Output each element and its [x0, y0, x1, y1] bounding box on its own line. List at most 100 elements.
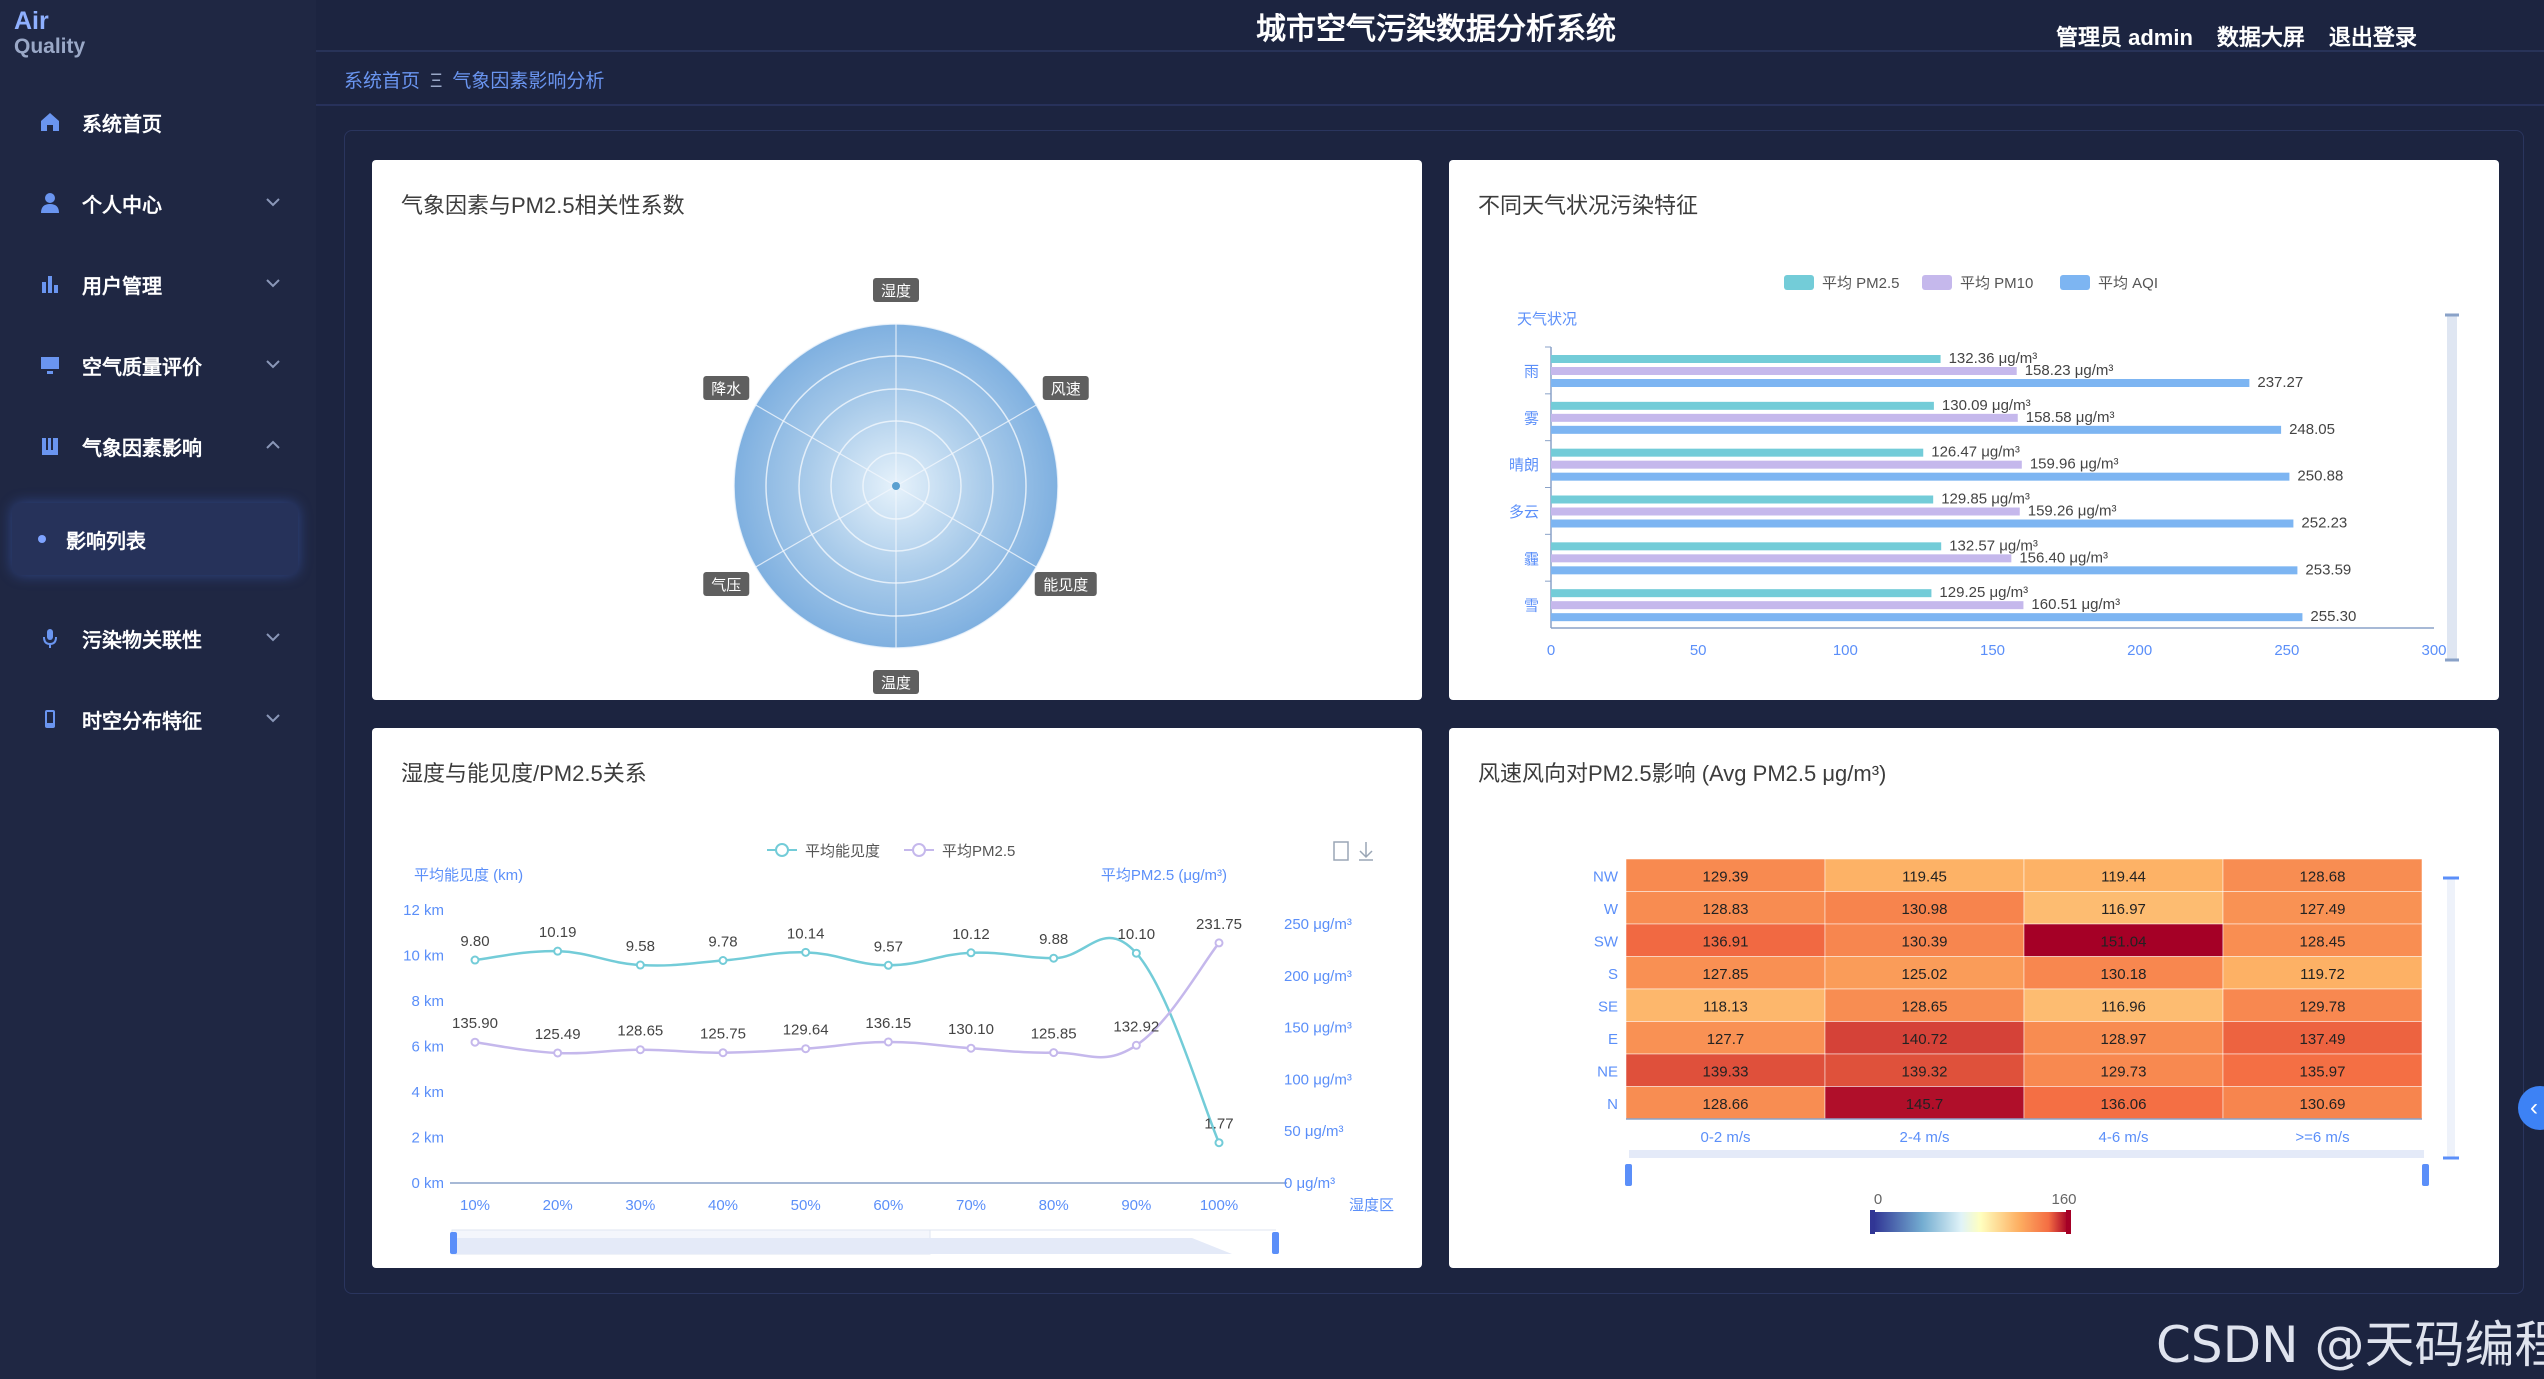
sidebar-item-label: 空气质量评价: [82, 356, 202, 379]
bar-data-label: 158.58 μg/m³: [2026, 409, 2115, 426]
bar-pm25: [1551, 589, 1932, 598]
bar-data-label: 250.88: [2297, 468, 2343, 485]
point-data-label: 9.78: [708, 934, 737, 951]
heatmap-cell-label: 125.02: [1902, 966, 1948, 983]
heatmap-cell-label: 119.72: [2300, 966, 2345, 983]
heatmap-cell-label: 119.45: [1902, 868, 1947, 885]
x-tick-label: 150: [1980, 642, 2005, 659]
sidebar-item-label: 污染物关联性: [82, 629, 202, 652]
y-tick-label: N: [1607, 1096, 1618, 1113]
line-point: [553, 1048, 563, 1058]
heatmap-cell-label: 128.83: [1703, 901, 1749, 918]
bar-data-label: 130.09 μg/m³: [1942, 397, 2031, 414]
bar-data-label: 159.96 μg/m³: [2030, 456, 2119, 473]
y-tick-label: W: [1604, 901, 1619, 918]
sidebar-item-weather[interactable]: 气象因素影响: [0, 418, 316, 474]
bar-data-label: 129.25 μg/m³: [1939, 584, 2028, 601]
logout-link[interactable]: 退出登录: [2329, 20, 2417, 52]
y-right-tick-label: 250 μg/m³: [1284, 916, 1352, 933]
dashboard-link[interactable]: 数据大屏: [2217, 20, 2305, 52]
wind-heatmap-panel: 风速风向对PM2.5影响 (Avg PM2.5 μg/m³) NW 129.39 1…: [1449, 728, 2499, 1268]
legend-label: 平均能见度: [805, 843, 880, 860]
chevron-down-icon: [266, 633, 280, 642]
line-series-visibility: [474, 936, 1221, 1144]
weather-bar-chart[interactable]: 平均 PM2.5 平均 PM10 平均 AQI 天气状况 0 50 100 150 200 250…: [1449, 160, 2499, 700]
sidebar-item-users[interactable]: 用户管理: [0, 256, 316, 312]
breadcrumb-home[interactable]: 系统首页: [344, 71, 420, 92]
breadcrumb-separator: Ξ: [430, 71, 443, 92]
sidebar-item-pollutant[interactable]: 污染物关联性: [0, 610, 316, 666]
download-icon: [1359, 842, 1373, 861]
heatmap-cell-label: 116.96: [2101, 998, 2146, 1015]
heatmap-cell-label: 129.39: [1703, 868, 1749, 885]
heatmap-cell-label: 145.7: [1906, 1096, 1944, 1113]
bar-pm25: [1551, 542, 1942, 551]
point-data-label: 125.75: [700, 1026, 746, 1043]
x-tick-label: 250: [2274, 642, 2299, 659]
line-point: [1214, 1138, 1224, 1148]
legend-label: 平均 AQI: [2098, 275, 2158, 292]
x-tick-label: 10%: [460, 1197, 490, 1214]
heatmap-cell-label: 130.18: [2101, 966, 2147, 983]
sidebar-item-label: 气象因素影响: [82, 437, 202, 460]
y-tick-label: SE: [1598, 998, 1618, 1015]
watermark: CSDN @天码编程: [2156, 1316, 2544, 1374]
chevron-up-icon: [266, 440, 280, 449]
y-tick-label: 雨: [1524, 363, 1539, 380]
bar-chart-icon: [36, 270, 64, 298]
y-right-tick-label: 0 μg/m³: [1284, 1175, 1335, 1192]
bar-pm25: [1551, 495, 1934, 504]
point-data-label: 10.19: [539, 924, 577, 941]
sidebar-item-home[interactable]: 系统首页: [0, 94, 316, 150]
bar-data-label: 126.47 μg/m³: [1931, 444, 2020, 461]
sidebar-item-personal[interactable]: 个人中心: [0, 175, 316, 231]
wind-heatmap-chart[interactable]: NW 129.39 119.45 119.44 128.68 W 128.83 130.98 1…: [1449, 728, 2499, 1268]
y-tick-label: NE: [1597, 1063, 1618, 1080]
point-data-label: 10.12: [952, 926, 990, 943]
monitor-icon: [36, 351, 64, 379]
chevron-left-icon: ‹: [2530, 1094, 2538, 1121]
x-tick-label: 2-4 m/s: [1899, 1129, 1949, 1146]
y-tick-label: SW: [1594, 933, 1619, 950]
bar-data-label: 156.40 μg/m³: [2019, 549, 2108, 566]
bar-aqi: [1551, 472, 2290, 481]
y-axis-right-label: 平均PM2.5 (μg/m³): [1101, 867, 1227, 884]
humidity-line-chart[interactable]: 平均能见度 平均PM2.5 平均能见度 (km) 平均PM2.5 (μg/m³) 0 k…: [372, 728, 1422, 1268]
point-data-label: 125.85: [1031, 1026, 1077, 1043]
phone-icon: [36, 705, 64, 733]
weather-bar-panel: 不同天气状况污染特征 平均 PM2.5 平均 PM10 平均 AQI 天气状况 0 50 1…: [1449, 160, 2499, 700]
sidebar-item-weather-list[interactable]: 影响列表: [12, 503, 298, 575]
heatmap-cell-label: 128.97: [2101, 1031, 2147, 1048]
y-left-tick-label: 8 km: [411, 993, 444, 1010]
x-tick-label: 100: [1833, 642, 1858, 659]
app-title: 城市空气污染数据分析系统: [1256, 13, 1616, 46]
x-tick-label: 20%: [543, 1197, 573, 1214]
heatmap-cell-label: 127.7: [1707, 1031, 1745, 1048]
x-tick-label: 80%: [1039, 1197, 1069, 1214]
sidebar-item-aqi-eval[interactable]: 空气质量评价: [0, 337, 316, 393]
radar-chart[interactable]: 湿度风速能见度温度 气压 降水: [372, 160, 1422, 700]
bar-pm10: [1551, 507, 2020, 516]
heatmap-cell-label: 136.06: [2101, 1096, 2147, 1113]
visual-map-handle-left: [1870, 1210, 1875, 1234]
point-data-label: 9.88: [1039, 931, 1068, 948]
logo-line-1: Air: [14, 7, 49, 35]
radar-indicator-label: 气压: [711, 577, 741, 594]
line-point: [883, 960, 893, 970]
y-right-tick-label: 150 μg/m³: [1284, 1020, 1352, 1037]
heatmap-cell-label: 128.45: [2300, 933, 2346, 950]
sidebar-item-spatiotemporal[interactable]: 时空分布特征: [0, 691, 316, 747]
heatmap-cell-label: 130.98: [1902, 901, 1948, 918]
admin-label[interactable]: 管理员 admin: [2056, 20, 2193, 52]
heatmap-cell-label: 136.91: [1703, 933, 1749, 950]
y-left-tick-label: 2 km: [411, 1130, 444, 1147]
point-data-label: 9.80: [460, 933, 489, 950]
top-header: 城市空气污染数据分析系统 管理员 admin 数据大屏 退出登录: [316, 0, 2544, 52]
line-point: [470, 1037, 480, 1047]
bar-data-label: 129.85 μg/m³: [1941, 491, 2030, 508]
chevron-down-icon: [266, 279, 280, 288]
bar-pm25: [1551, 355, 1941, 363]
bar-data-label: 160.51 μg/m³: [2031, 596, 2120, 613]
bar-pm25: [1551, 401, 1934, 410]
heatmap-cell-label: 139.32: [1902, 1063, 1948, 1080]
